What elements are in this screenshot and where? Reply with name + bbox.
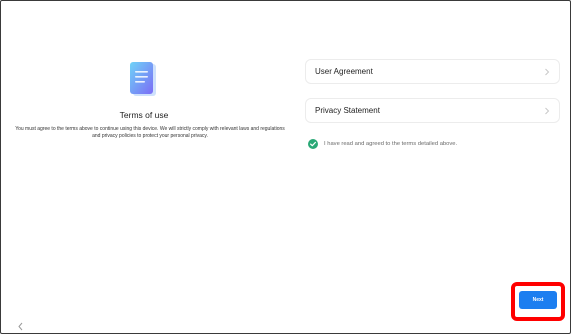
terms-title: Terms of use	[119, 110, 169, 120]
user-agreement-label: User Agreement	[315, 67, 373, 76]
privacy-statement-item[interactable]: Privacy Statement	[305, 98, 560, 123]
consent-row[interactable]: I have read and agreed to the terms deta…	[308, 139, 457, 149]
terms-panel: Terms of use You must agree to the terms…	[1, 1, 292, 333]
next-button[interactable]: Next	[519, 291, 557, 309]
chevron-left-icon[interactable]	[17, 322, 24, 331]
checkbox-checked-icon[interactable]	[308, 139, 318, 149]
user-agreement-item[interactable]: User Agreement	[305, 59, 560, 84]
chevron-right-icon	[545, 68, 550, 75]
consent-text: I have read and agreed to the terms deta…	[324, 141, 458, 147]
terms-screen: Terms of use You must agree to the terms…	[0, 0, 571, 334]
document-icon	[130, 62, 156, 96]
terms-description: You must agree to the terms above to con…	[15, 126, 285, 139]
chevron-right-icon	[545, 107, 550, 114]
privacy-statement-label: Privacy Statement	[315, 106, 380, 115]
